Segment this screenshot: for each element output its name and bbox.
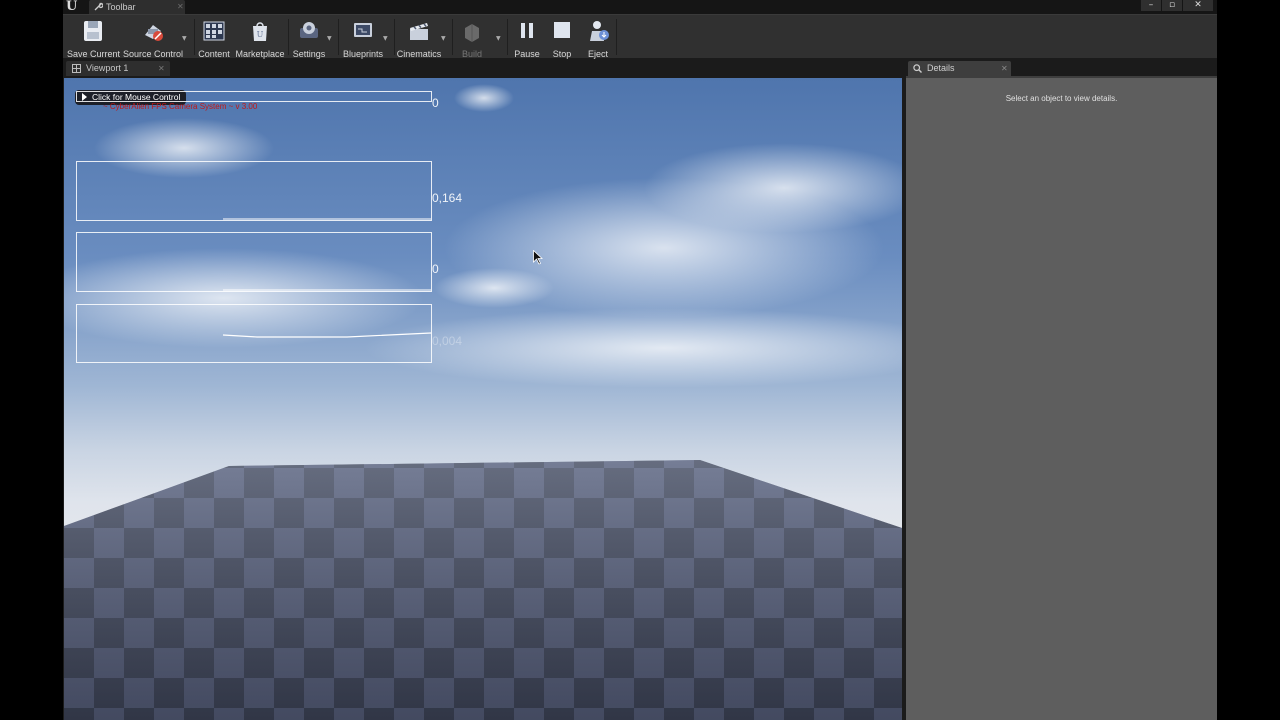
details-tab-bar: Details ✕	[906, 59, 1217, 76]
window-controls: – ▫ ✕	[1141, 0, 1213, 11]
debug-system-text: ~ CyberAlien FPS Camera System ~ v 3.00	[103, 102, 258, 111]
graph-value-4: 0,004	[432, 334, 463, 348]
eject-pawn-icon	[590, 21, 609, 41]
save-current-label: Save Current	[67, 49, 121, 59]
blueprints-button[interactable]: Blueprints	[341, 17, 385, 59]
window-tab-label: Toolbar	[106, 2, 136, 12]
settings-gear-icon	[300, 22, 318, 38]
marketplace-label: Marketplace	[235, 49, 285, 59]
graph-line-3	[223, 289, 431, 291]
blueprints-dropdown-icon[interactable]: ▼	[383, 35, 389, 42]
graph-line-4	[222, 332, 432, 338]
toolbar-separator	[394, 19, 395, 55]
build-label: Build	[461, 49, 482, 59]
game-viewport[interactable]: Click for Mouse Control ~ CyberAlien FPS…	[64, 78, 902, 720]
source-control-dropdown-icon[interactable]: ▼	[182, 35, 188, 42]
graph-value-1: 0	[432, 96, 439, 110]
blueprints-icon	[354, 23, 372, 37]
content-browser-icon	[203, 21, 225, 41]
details-tab-label: Details	[927, 63, 955, 73]
debug-graph-4	[76, 304, 432, 363]
clapperboard-icon	[410, 23, 428, 40]
blueprints-label: Blueprints	[342, 49, 384, 59]
cinematics-label: Cinematics	[396, 49, 442, 59]
tab-close-icon[interactable]: ✕	[158, 61, 165, 76]
marketplace-button[interactable]: U Marketplace	[235, 17, 285, 59]
eject-button[interactable]: Eject	[581, 17, 615, 59]
toolbar-window-tab[interactable]: Toolbar ✕	[89, 0, 185, 14]
unreal-logo-icon: U	[66, 0, 78, 14]
tab-close-icon[interactable]: ✕	[1001, 61, 1008, 76]
close-window-button[interactable]: ✕	[1183, 0, 1213, 11]
maximize-button[interactable]: ▫	[1162, 0, 1182, 11]
content-label: Content	[198, 49, 230, 59]
toolbar-separator	[194, 19, 195, 55]
toolbar-separator	[338, 19, 339, 55]
graph-value-3: 0	[432, 262, 439, 276]
title-bar: U Toolbar ✕ – ▫ ✕	[63, 0, 1217, 14]
toolbar-separator	[288, 19, 289, 55]
viewport-tab-bar: Viewport 1 ✕	[63, 59, 904, 76]
details-panel: Select an object to view details.	[906, 76, 1217, 720]
save-current-button[interactable]: Save Current	[67, 17, 121, 59]
debug-graph-3	[76, 232, 432, 292]
tab-viewport-1[interactable]: Viewport 1 ✕	[66, 61, 170, 76]
cinematics-button[interactable]: Cinematics	[396, 17, 442, 59]
tab-close-icon[interactable]: ✕	[177, 0, 184, 14]
tab-details[interactable]: Details ✕	[908, 61, 1011, 76]
build-button[interactable]: Build	[455, 17, 489, 59]
unreal-editor-window: U Toolbar ✕ – ▫ ✕ Save Current Source Co…	[63, 0, 1217, 720]
viewport-tab-label: Viewport 1	[86, 63, 129, 73]
graph-value-2: 0,164	[432, 191, 463, 205]
pause-icon	[521, 23, 533, 38]
source-control-button[interactable]: Source Control	[123, 17, 183, 59]
details-empty-message: Select an object to view details.	[1005, 94, 1118, 103]
search-icon	[913, 64, 922, 73]
settings-label: Settings	[292, 49, 326, 59]
pause-label: Pause	[514, 49, 540, 59]
pause-button[interactable]: Pause	[511, 17, 543, 59]
toolbar-separator	[616, 19, 617, 55]
toolbar-separator	[452, 19, 453, 55]
stop-button[interactable]: Stop	[547, 17, 577, 59]
wrench-icon	[94, 2, 103, 11]
source-control-icon	[145, 25, 163, 41]
checker-floor	[64, 460, 902, 720]
eject-label: Eject	[587, 49, 608, 59]
settings-dropdown-icon[interactable]: ▼	[327, 35, 333, 42]
main-toolbar: Save Current Source Control ▼ Content U …	[63, 14, 1217, 59]
marketplace-icon: U	[253, 22, 267, 41]
minimize-button[interactable]: –	[1141, 0, 1161, 11]
settings-button[interactable]: Settings	[291, 17, 327, 59]
stop-icon	[554, 22, 570, 38]
source-control-label: Source Control	[123, 49, 184, 59]
build-dropdown-icon[interactable]: ▼	[496, 35, 502, 42]
stop-label: Stop	[552, 49, 572, 59]
save-icon	[84, 21, 102, 41]
svg-text:U: U	[257, 30, 264, 39]
content-button[interactable]: Content	[197, 17, 231, 59]
debug-graph-1	[76, 91, 432, 102]
build-blocks-icon	[465, 24, 479, 42]
cinematics-dropdown-icon[interactable]: ▼	[441, 35, 447, 42]
debug-graph-2	[76, 161, 432, 221]
toolbar-separator	[507, 19, 508, 55]
mouse-cursor-icon	[533, 250, 543, 265]
viewport-icon	[72, 64, 81, 73]
graph-line-2	[223, 218, 431, 220]
